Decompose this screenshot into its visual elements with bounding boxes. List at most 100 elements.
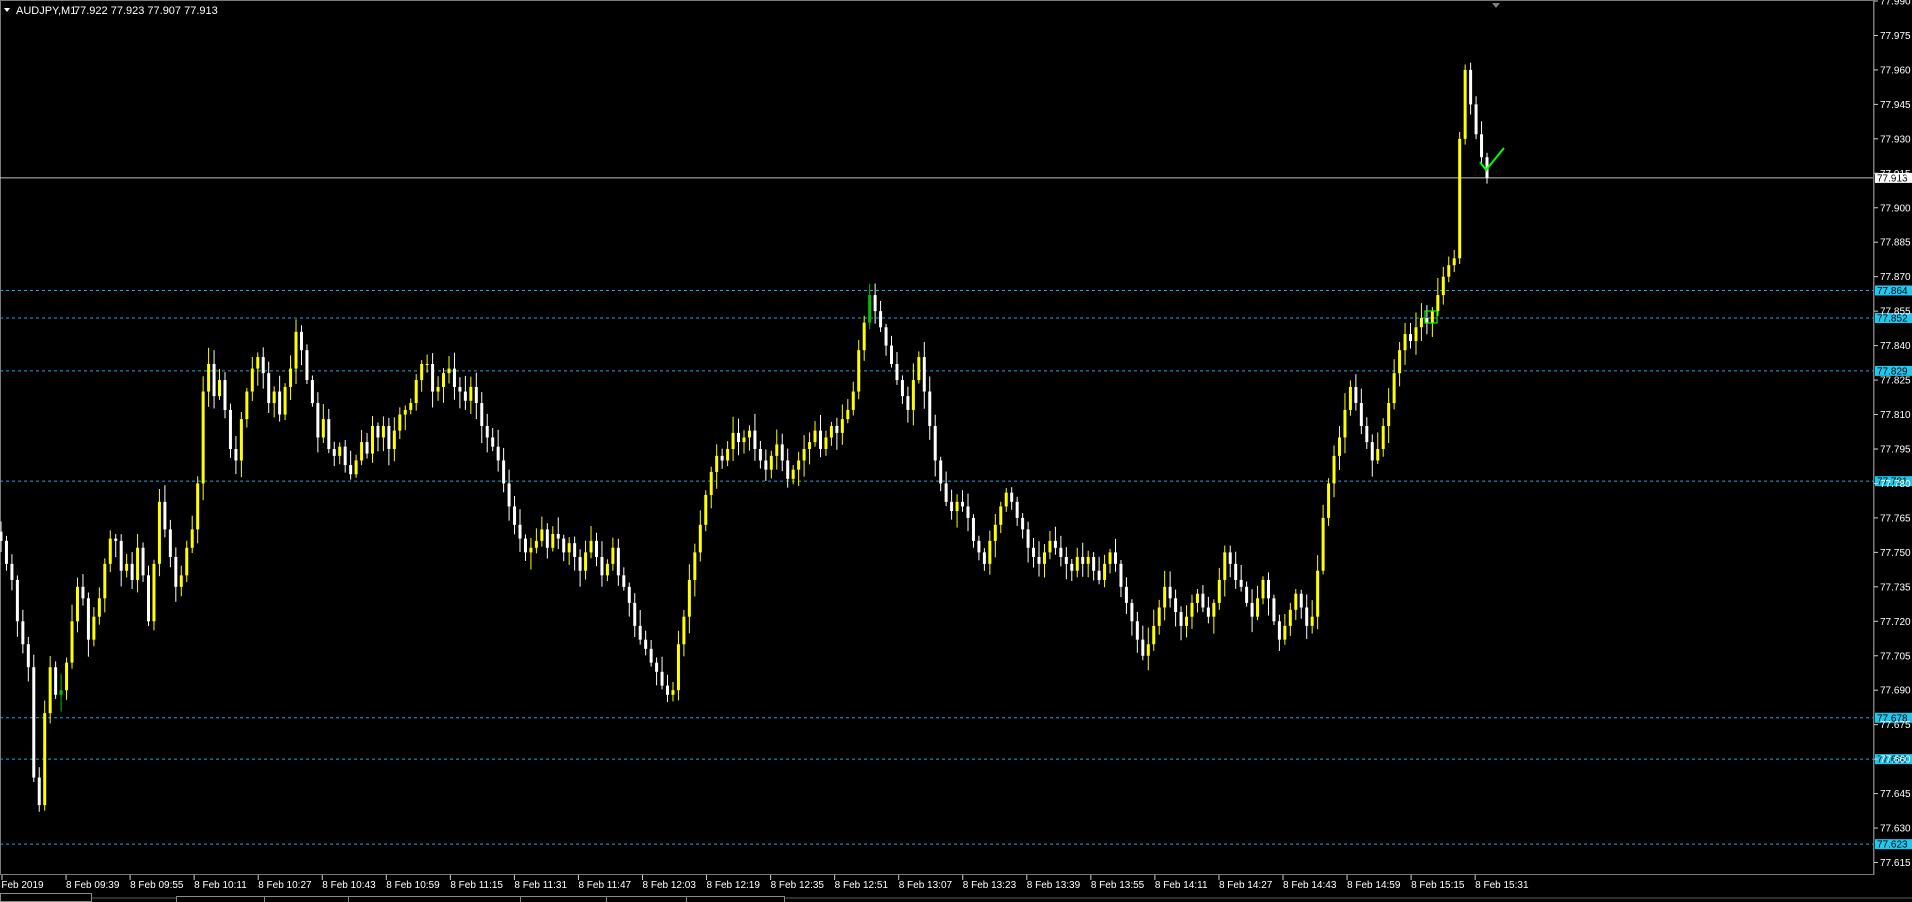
candle-body	[338, 446, 342, 456]
chart-window[interactable]: AUDJPY,M1 77.922 77.923 77.907 77.913 77…	[0, 0, 1912, 902]
candle-body	[1086, 556, 1090, 564]
candle-body	[523, 538, 527, 553]
candle-body	[906, 396, 910, 410]
candle-body	[1212, 602, 1216, 617]
candle-body	[813, 430, 817, 443]
time-tick-label: 8 Feb 10:43	[322, 880, 376, 891]
price-tick-label: 77.630	[1880, 824, 1911, 835]
candle-body	[250, 368, 254, 392]
candle-body	[1256, 598, 1260, 617]
chart-tab-5[interactable]	[520, 896, 607, 902]
candle-body	[436, 386, 440, 392]
chart-tab-3[interactable]	[264, 896, 349, 902]
candle-body	[141, 547, 145, 576]
candle-body	[1168, 586, 1172, 599]
candle-body	[1392, 373, 1396, 404]
candle-body	[769, 455, 773, 470]
candle-body	[644, 639, 648, 649]
candle-body	[1463, 69, 1467, 139]
candle-body	[1294, 593, 1298, 610]
chart-tab-2[interactable]	[176, 896, 265, 902]
candle-body	[114, 538, 118, 541]
candle-body	[409, 403, 413, 410]
candle-body	[562, 538, 566, 553]
candle-body	[228, 409, 232, 449]
candle-body	[507, 483, 511, 507]
candle-body	[97, 598, 101, 617]
price-tick-label: 77.615	[1880, 858, 1911, 869]
candle-body	[513, 506, 517, 525]
price-tick-label: 77.915	[1880, 169, 1911, 180]
candle-body	[1228, 552, 1232, 564]
candle-body	[163, 501, 167, 530]
candle-body	[1381, 426, 1385, 449]
candle-body	[993, 524, 997, 541]
candle-body	[676, 644, 680, 691]
price-tick-label: 77.780	[1880, 479, 1911, 490]
candle-body	[496, 446, 500, 461]
candle-body	[666, 685, 670, 695]
candle-body	[125, 563, 129, 571]
candle-body	[578, 556, 582, 571]
candle-body	[846, 409, 850, 420]
candle-body	[1064, 556, 1068, 564]
candle-body	[92, 616, 96, 640]
candle-body	[747, 430, 751, 438]
candle-body	[1239, 579, 1243, 587]
candle-body	[1277, 621, 1281, 640]
candle-body	[928, 391, 932, 427]
candle-body	[403, 409, 407, 415]
candle-body	[1332, 455, 1336, 484]
candle-body	[1179, 612, 1183, 626]
chart-tab-7[interactable]	[686, 896, 785, 902]
candle-body	[1337, 437, 1341, 456]
candle-body	[594, 540, 598, 557]
candle-body	[305, 350, 309, 381]
candle-body	[1414, 327, 1418, 342]
candle-body	[283, 386, 287, 415]
candle-body	[1354, 386, 1358, 404]
price-tick-label: 77.675	[1880, 720, 1911, 731]
candle-body	[1376, 448, 1380, 461]
candle-body	[1447, 265, 1451, 277]
candle-body	[649, 648, 653, 663]
candle-body	[966, 506, 970, 518]
candle-body	[414, 380, 418, 404]
candle-body	[753, 430, 757, 449]
candle-body	[671, 690, 675, 695]
candle-body	[1059, 547, 1063, 557]
symbol-label: AUDJPY,M1	[16, 5, 76, 17]
candle-body	[316, 403, 320, 438]
price-tick-label: 77.645	[1880, 789, 1911, 800]
chart-tab-6[interactable]	[606, 896, 687, 902]
candlestick-chart[interactable]: AUDJPY,M1 77.922 77.923 77.907 77.913 77…	[0, 0, 1912, 902]
candle-body	[381, 426, 385, 438]
candle-body	[491, 437, 495, 447]
candle-body	[922, 357, 926, 392]
candle-body	[157, 501, 161, 564]
candle-body	[851, 391, 855, 410]
candle-body	[1103, 563, 1107, 580]
candle-body	[239, 419, 243, 461]
candle-body	[584, 552, 588, 571]
candle-body	[1370, 442, 1374, 461]
price-tick-label: 77.795	[1880, 444, 1911, 455]
time-axis: 8 Feb 2019 8 Feb 09:39 8 Feb 09:55 8 Feb 10…	[0, 875, 1529, 891]
candle-body	[245, 391, 249, 420]
candle-body	[638, 625, 642, 640]
candle-body	[1124, 586, 1128, 603]
level-label: 77.864	[1877, 286, 1908, 297]
candle-body	[682, 616, 686, 645]
candle-body	[1234, 563, 1238, 580]
candle-body	[567, 543, 571, 553]
chart-tab-4[interactable]	[348, 896, 521, 902]
candle-body	[1217, 579, 1221, 603]
candle-body	[1070, 563, 1074, 571]
candle-body	[605, 563, 609, 576]
time-tick-label: 8 Feb 2019	[0, 880, 44, 891]
candle-body	[1190, 602, 1194, 617]
candle-body	[982, 552, 986, 564]
candle-body	[829, 426, 833, 438]
candle-body	[86, 598, 90, 640]
chart-tab-1[interactable]	[0, 893, 92, 902]
